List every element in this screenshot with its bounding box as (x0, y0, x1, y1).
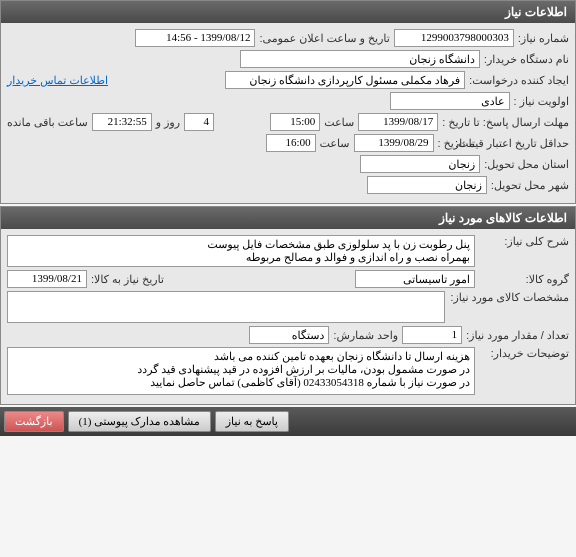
desc-field[interactable] (7, 235, 475, 267)
row-need-number: شماره نیاز: تاریخ و ساعت اعلان عمومی: (7, 29, 569, 47)
need-info-body: شماره نیاز: تاریخ و ساعت اعلان عمومی: نا… (1, 23, 575, 203)
goods-info-header: اطلاعات کالاهای مورد نیاز (1, 207, 575, 229)
need-date-field[interactable] (7, 270, 87, 288)
group-field[interactable] (355, 270, 475, 288)
back-button[interactable]: بازگشت (4, 411, 64, 432)
creator-label: ایجاد کننده درخواست: (469, 74, 569, 87)
buyer-org-field[interactable] (240, 50, 480, 68)
need-number-field[interactable] (394, 29, 514, 47)
validity-date-field[interactable] (354, 134, 434, 152)
row-notes: توضیحات خریدار: (7, 347, 569, 395)
row-qty: تعداد / مقدار مورد نیاز: واحد شمارش: (7, 326, 569, 344)
deadline-label: مهلت ارسال پاسخ: تا تاریخ : (442, 116, 569, 129)
remain-time-label: ساعت باقی مانده (7, 116, 88, 129)
row-city: شهر محل تحویل: (7, 176, 569, 194)
need-number-label: شماره نیاز: (518, 32, 569, 45)
qty-field[interactable] (402, 326, 462, 344)
need-info-panel: اطلاعات نیاز شماره نیاز: تاریخ و ساعت اع… (0, 0, 576, 204)
city-field[interactable] (367, 176, 487, 194)
validity-to-label: تا تاریخ : (438, 137, 475, 150)
row-spec: مشخصات کالای مورد نیاز: (7, 291, 569, 323)
validity-label: حداقل تاریخ اعتبار قیمت: (479, 137, 569, 150)
qty-label: تعداد / مقدار مورد نیاز: (466, 329, 569, 342)
spec-field[interactable] (7, 291, 445, 323)
unit-label: واحد شمارش: (333, 329, 398, 342)
deadline-time-field[interactable] (270, 113, 320, 131)
row-province: استان محل تحویل: (7, 155, 569, 173)
need-date-label: تاریخ نیاز به کالا: (91, 273, 164, 286)
remain-days-field[interactable] (184, 113, 214, 131)
contact-link[interactable]: اطلاعات تماس خریدار (7, 74, 108, 87)
goods-info-body: شرح کلی نیاز: گروه کالا: تاریخ نیاز به ک… (1, 229, 575, 404)
need-info-header: اطلاعات نیاز (1, 1, 575, 23)
unit-field[interactable] (249, 326, 329, 344)
row-validity: حداقل تاریخ اعتبار قیمت: تا تاریخ : ساعت (7, 134, 569, 152)
province-field[interactable] (360, 155, 480, 173)
priority-field[interactable] (390, 92, 510, 110)
desc-label: شرح کلی نیاز: (479, 235, 569, 248)
notes-field[interactable] (7, 347, 475, 395)
row-deadline: مهلت ارسال پاسخ: تا تاریخ : ساعت روز و س… (7, 113, 569, 131)
priority-label: اولویت نیاز : (514, 95, 569, 108)
spec-label: مشخصات کالای مورد نیاز: (449, 291, 569, 304)
group-label: گروه کالا: (479, 273, 569, 286)
button-bar: پاسخ به نیاز مشاهده مدارک پیوستی (1) باز… (0, 407, 576, 436)
announce-field[interactable] (135, 29, 255, 47)
remain-days-label: روز و (156, 116, 180, 129)
announce-label: تاریخ و ساعت اعلان عمومی: (259, 32, 389, 45)
row-creator: ایجاد کننده درخواست: اطلاعات تماس خریدار (7, 71, 569, 89)
validity-time-label: ساعت (320, 137, 350, 150)
row-priority: اولویت نیاز : (7, 92, 569, 110)
row-buyer-org: نام دستگاه خریدار: (7, 50, 569, 68)
remain-time-field[interactable] (92, 113, 152, 131)
province-label: استان محل تحویل: (484, 158, 569, 171)
row-desc: شرح کلی نیاز: (7, 235, 569, 267)
reply-button[interactable]: پاسخ به نیاز (215, 411, 289, 432)
creator-field[interactable] (225, 71, 465, 89)
goods-info-panel: اطلاعات کالاهای مورد نیاز شرح کلی نیاز: … (0, 206, 576, 405)
row-group: گروه کالا: تاریخ نیاز به کالا: (7, 270, 569, 288)
notes-label: توضیحات خریدار: (479, 347, 569, 360)
validity-time-field[interactable] (266, 134, 316, 152)
deadline-date-field[interactable] (358, 113, 438, 131)
attachments-button[interactable]: مشاهده مدارک پیوستی (1) (68, 411, 211, 432)
deadline-time-label: ساعت (324, 116, 354, 129)
buyer-org-label: نام دستگاه خریدار: (484, 53, 569, 66)
city-label: شهر محل تحویل: (491, 179, 569, 192)
